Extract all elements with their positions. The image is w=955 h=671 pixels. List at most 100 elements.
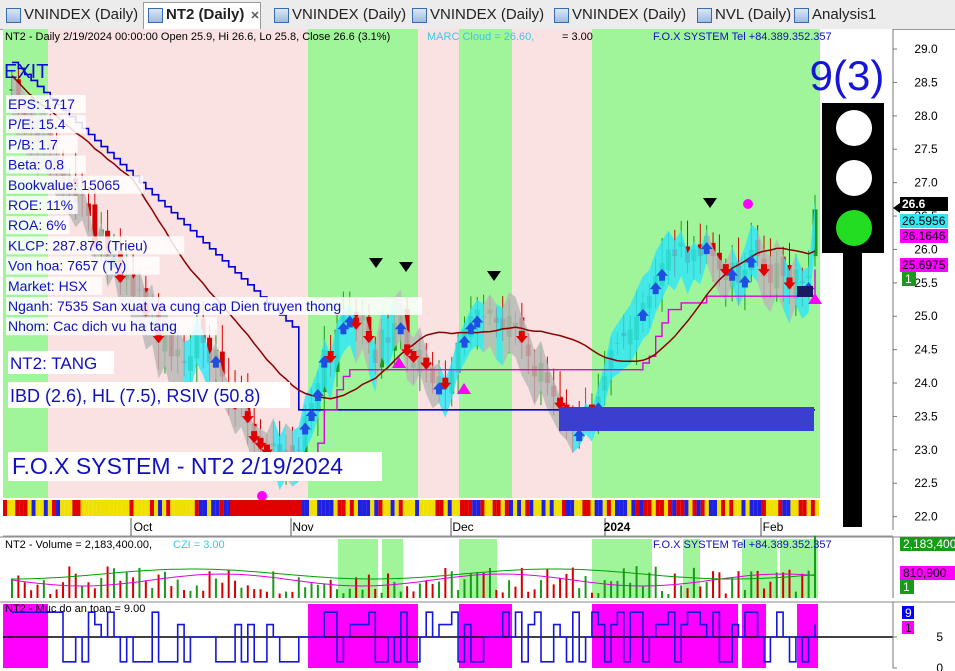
- fundamental-item: Market: HSX: [8, 278, 88, 294]
- signal-strip-cell: [35, 500, 40, 516]
- marc-cloud-segment: [145, 284, 153, 350]
- y-tick-label: 28.5: [914, 75, 938, 89]
- signal-strip-cell: [586, 500, 591, 516]
- x-tick-label: Dec: [452, 520, 473, 534]
- signal-strip-cell: [668, 500, 673, 516]
- signal-strip-cell: [337, 500, 342, 516]
- signal-strip-cell: [708, 500, 713, 516]
- signal-strip-cell: [105, 500, 110, 516]
- signal-strip-cell: [721, 500, 726, 516]
- signal-strip-cell: [729, 500, 734, 516]
- signal-strip-cell: [207, 500, 212, 516]
- signal-strip-cell: [561, 500, 567, 516]
- signal-strip-cell: [72, 500, 77, 516]
- signal-strip-cell: [357, 500, 363, 516]
- marc-cloud-segment: [764, 249, 771, 313]
- x-tick-label: Oct: [134, 520, 153, 534]
- signal-strip-cell: [198, 500, 203, 516]
- signal-strip-cell: [109, 500, 114, 516]
- signal-strip-cell: [341, 500, 346, 516]
- signal-strip-cell: [741, 500, 746, 516]
- signal-strip-cell: [362, 500, 367, 516]
- signal-strip-cell: [590, 500, 595, 516]
- signal-strip-cell: [402, 500, 407, 516]
- signal-strip-cell: [672, 500, 677, 516]
- y-tick-label: 24.0: [914, 376, 938, 390]
- signal-strip-cell: [798, 500, 803, 516]
- signal-strip-cell: [174, 500, 179, 516]
- signal-strip-cell: [802, 500, 807, 516]
- trend-label: NT2: TANG: [10, 354, 97, 373]
- fundamental-item: Bookvalue: 15065: [8, 177, 120, 193]
- y-tick-label: 23.0: [914, 443, 938, 457]
- safety-header: NT2 - Muc do an toan = 9.00: [5, 603, 145, 615]
- signal-band: [459, 29, 512, 498]
- czi-label: CZI = 3.00: [173, 539, 225, 551]
- signal-strip-cell: [459, 500, 465, 516]
- signal-strip-cell: [782, 500, 787, 516]
- y-tick-label: 25.0: [914, 309, 938, 323]
- signal-strip-cell: [778, 500, 783, 516]
- signal-strip-cell: [794, 500, 799, 516]
- signal-strip-cell: [443, 500, 448, 516]
- safety-score: 9(3): [810, 52, 885, 99]
- light-top-icon: [836, 110, 872, 146]
- signal-strip-cell: [761, 500, 766, 516]
- price-label: 26.1646: [902, 229, 946, 243]
- fundamental-item: ROE: 11%: [8, 197, 73, 213]
- signal-strip-cell: [435, 500, 440, 516]
- signal-strip-cell: [125, 500, 130, 516]
- y-tick-label: 27.0: [914, 176, 938, 190]
- signal-strip-cell: [627, 500, 632, 516]
- signal-strip-cell: [190, 500, 195, 516]
- signal-strip-cell: [137, 500, 142, 516]
- signal-strip-cell: [349, 500, 354, 516]
- signal-strip-cell: [178, 500, 183, 516]
- signal-strip-cell: [47, 500, 52, 516]
- signal-strip-cell: [170, 500, 175, 516]
- signal-strip-cell: [451, 500, 456, 516]
- signal-strip-cell: [619, 500, 624, 516]
- fundamental-item: Beta: 0.8: [8, 157, 64, 173]
- signal-strip-cell: [504, 500, 509, 516]
- signal-strip-cell: [317, 500, 322, 516]
- signal-strip-cell: [606, 500, 611, 516]
- x-tick-label: 2024: [604, 520, 631, 534]
- signal-strip-cell: [321, 500, 326, 516]
- signal-strip-cell: [15, 500, 20, 516]
- signal-strip-cell: [749, 500, 754, 516]
- signal-strip-cell: [382, 500, 387, 516]
- signal-strip-cell: [92, 500, 97, 516]
- signal-strip-cell: [810, 500, 815, 516]
- signal-strip-cell: [472, 500, 477, 516]
- signal-strip-cell: [455, 500, 460, 516]
- y-tick-label: 22.5: [914, 476, 938, 490]
- signal-strip-cell: [717, 500, 722, 516]
- signal-strip-cell: [329, 500, 334, 516]
- signal-strip-cell: [704, 500, 709, 516]
- signal-strip-cell: [431, 500, 436, 516]
- safety-label: 9: [905, 606, 912, 620]
- signal-strip-cell: [313, 500, 318, 516]
- signal-strip-cell: [390, 500, 395, 516]
- signal-strip-cell: [117, 500, 122, 516]
- light-green-icon: [836, 210, 872, 246]
- signal-strip-cell: [623, 500, 628, 516]
- signal-strip-cell: [525, 500, 530, 516]
- volume-label: 810,900: [903, 566, 947, 580]
- signal-strip-cell: [765, 500, 771, 516]
- signal-strip-cell: [202, 500, 208, 516]
- signal-strip-cell: [11, 500, 16, 516]
- volume-band: [382, 539, 403, 598]
- fundamental-item: P/E: 15.4: [8, 116, 66, 132]
- signal-strip-cell: [692, 500, 697, 516]
- fundamental-item: Nganh: 7535 San xuat va cung cap Dien tr…: [8, 298, 341, 314]
- fundamental-item: KLCP: 287.876 (Trieu): [8, 237, 148, 253]
- signal-strip-cell: [153, 500, 159, 516]
- signal-strip-cell: [215, 500, 220, 516]
- light-middle-icon: [836, 160, 872, 196]
- signal-strip-cell: [411, 500, 416, 516]
- signal-strip-cell: [80, 500, 85, 516]
- signal-strip-cell: [635, 500, 640, 516]
- signal-strip-cell: [631, 500, 636, 516]
